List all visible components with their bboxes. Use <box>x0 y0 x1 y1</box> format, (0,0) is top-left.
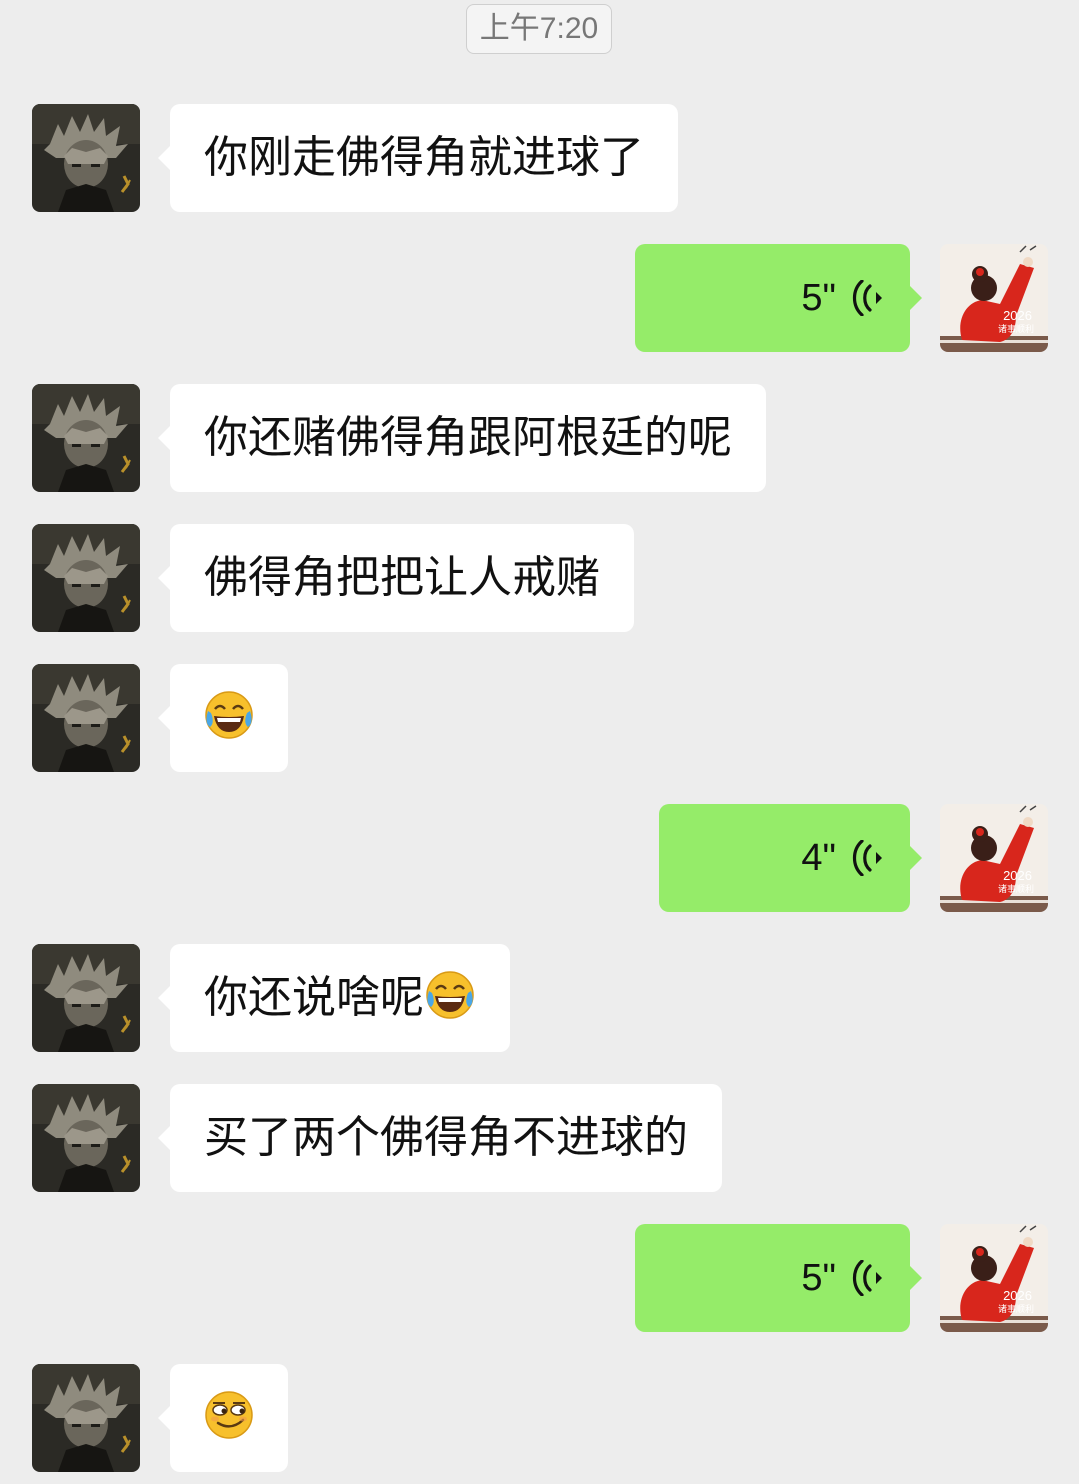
message-text: 你还赌佛得角跟阿根廷的呢 <box>204 412 732 463</box>
contact-avatar[interactable] <box>32 944 140 1052</box>
contact-avatar[interactable] <box>32 1084 140 1192</box>
message-row: 你刚走佛得角就进球了 <box>0 104 1079 212</box>
message-row: 4" <box>0 804 1079 912</box>
contact-avatar[interactable] <box>32 384 140 492</box>
voice-wave-icon <box>852 1260 888 1296</box>
message-row <box>0 664 1079 772</box>
contact-avatar[interactable] <box>32 524 140 632</box>
contact-avatar-image <box>32 384 140 492</box>
message-text: 佛得角把把让人戒赌 <box>204 552 600 603</box>
contact-avatar[interactable] <box>32 104 140 212</box>
message-row: 5" <box>0 1224 1079 1332</box>
contact-avatar-image <box>32 524 140 632</box>
incoming-message-bubble[interactable]: 买了两个佛得角不进球的 <box>158 1084 722 1192</box>
message-row: 买了两个佛得角不进球的 <box>0 1084 1079 1192</box>
contact-avatar-image <box>32 664 140 772</box>
voice-duration: 4" <box>801 837 836 879</box>
contact-avatar-image <box>32 104 140 212</box>
message-row: 佛得角把把让人戒赌 <box>0 524 1079 632</box>
message-row: 你还说啥呢 <box>0 944 1079 1052</box>
outgoing-voice-message[interactable]: 5" <box>635 1224 922 1332</box>
contact-avatar[interactable] <box>32 664 140 772</box>
timestamp-label: 上午7:20 <box>466 4 612 54</box>
incoming-message-bubble[interactable]: 你还赌佛得角跟阿根廷的呢 <box>158 384 766 492</box>
self-avatar-image <box>940 244 1048 352</box>
message-row <box>0 1364 1079 1472</box>
self-avatar-image <box>940 804 1048 912</box>
self-avatar[interactable] <box>940 244 1048 352</box>
outgoing-voice-message[interactable]: 4" <box>659 804 922 912</box>
incoming-message-bubble[interactable] <box>158 1364 288 1472</box>
tears-of-joy-emoji-icon <box>424 969 476 1021</box>
contact-avatar-image <box>32 944 140 1052</box>
contact-avatar-image <box>32 1084 140 1192</box>
voice-wave-icon <box>852 280 888 316</box>
message-text: 你刚走佛得角就进球了 <box>204 132 644 183</box>
contact-avatar[interactable] <box>32 1364 140 1472</box>
tears-of-joy-emoji-icon <box>203 689 255 741</box>
smirking-face-emoji-icon <box>203 1389 255 1441</box>
message-row: 5" <box>0 244 1079 352</box>
voice-duration: 5" <box>801 1257 836 1299</box>
voice-wave-icon <box>852 840 888 876</box>
self-avatar[interactable] <box>940 804 1048 912</box>
incoming-message-bubble[interactable] <box>158 664 288 772</box>
incoming-message-bubble[interactable]: 你刚走佛得角就进球了 <box>158 104 678 212</box>
message-text: 你还说啥呢 <box>204 972 424 1023</box>
message-text: 买了两个佛得角不进球的 <box>204 1112 688 1163</box>
incoming-message-bubble[interactable]: 你还说啥呢 <box>158 944 510 1052</box>
self-avatar-image <box>940 1224 1048 1332</box>
voice-duration: 5" <box>801 277 836 319</box>
message-row: 你还赌佛得角跟阿根廷的呢 <box>0 384 1079 492</box>
self-avatar[interactable] <box>940 1224 1048 1332</box>
incoming-message-bubble[interactable]: 佛得角把把让人戒赌 <box>158 524 634 632</box>
outgoing-voice-message[interactable]: 5" <box>635 244 922 352</box>
contact-avatar-image <box>32 1364 140 1472</box>
